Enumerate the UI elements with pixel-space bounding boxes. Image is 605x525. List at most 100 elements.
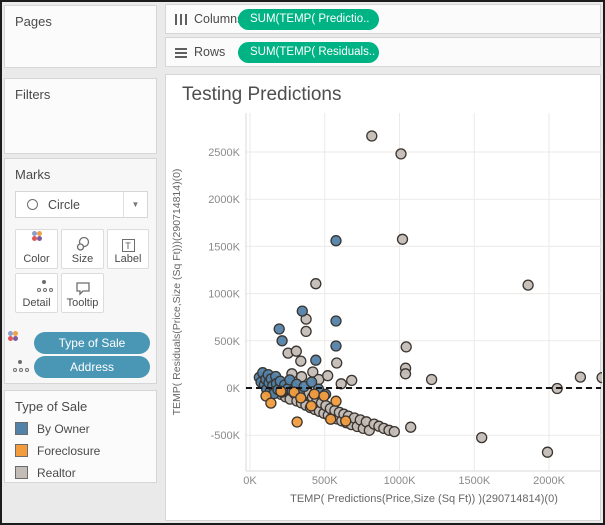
scatter-point-realtor[interactable] — [296, 356, 306, 366]
y-tick-label: 2500K — [208, 147, 240, 159]
scatter-point-realtor[interactable] — [398, 234, 408, 244]
type-of-sale-pill-row: Type of Sale — [13, 332, 153, 354]
scatter-point-realtor[interactable] — [347, 375, 357, 385]
scatter-point-by-owner[interactable] — [311, 355, 321, 365]
scatter-point-realtor[interactable] — [523, 280, 533, 290]
legend-item-label: Foreclosure — [37, 444, 100, 458]
scatter-point-realtor[interactable] — [401, 369, 411, 379]
address-pill[interactable]: Address — [34, 356, 150, 378]
detail-dots-icon — [16, 280, 57, 296]
tooltip-button-label: Tooltip — [62, 297, 103, 309]
scatter-point-foreclosure[interactable] — [341, 416, 351, 426]
scatter-point-realtor[interactable] — [575, 372, 585, 382]
realtor-swatch — [15, 466, 28, 479]
filters-shelf[interactable]: Filters — [4, 78, 157, 154]
y-tick-label: 1500K — [208, 241, 240, 253]
y-tick-label: 2000K — [208, 194, 240, 206]
tooltip-bubble-icon — [62, 280, 103, 296]
mark-type-value: Circle — [48, 198, 80, 212]
scatter-point-realtor[interactable] — [291, 346, 301, 356]
marks-card: Marks Circle ▼ Color Size T Label — [4, 158, 157, 384]
scatter-point-foreclosure[interactable] — [331, 396, 341, 406]
y-tick-label: 1000K — [208, 289, 240, 301]
color-legend: Type of Sale By Owner Foreclosure Realto… — [4, 390, 157, 483]
scatter-point-realtor[interactable] — [367, 131, 377, 141]
columns-label: Columns — [194, 12, 243, 26]
scatter-point-realtor[interactable] — [477, 433, 487, 443]
y-tick-label: -500K — [211, 430, 241, 442]
scatter-point-by-owner[interactable] — [297, 306, 307, 316]
legend-item-label: Realtor — [37, 466, 76, 480]
scatter-point-foreclosure[interactable] — [309, 389, 319, 399]
columns-field-pill[interactable]: SUM(TEMP( Predictio.. — [238, 9, 379, 30]
circle-mark-icon — [27, 199, 38, 210]
legend-item-realtor[interactable]: Realtor — [15, 465, 150, 483]
address-pill-row: Address — [13, 356, 153, 378]
size-button[interactable]: Size — [61, 229, 104, 269]
legend-item-foreclosure[interactable]: Foreclosure — [15, 443, 150, 461]
detail-button-label: Detail — [16, 297, 57, 309]
x-tick-label: 500K — [312, 475, 338, 487]
color-button[interactable]: Color — [15, 229, 58, 269]
legend-item-by-owner[interactable]: By Owner — [15, 421, 150, 439]
scatter-point-realtor[interactable] — [301, 326, 311, 336]
rows-icon — [175, 47, 189, 59]
worksheet: Testing Predictions TEMP( Residuals(Pric… — [165, 74, 601, 521]
label-button[interactable]: T Label — [107, 229, 149, 269]
detail-button[interactable]: Detail — [15, 273, 58, 313]
columns-icon — [175, 14, 189, 26]
mark-type-dropdown[interactable]: Circle ▼ — [15, 191, 148, 218]
label-button-label: Label — [108, 253, 148, 265]
scatter-plot[interactable]: TEMP( Residuals(Price,Size (Sq Ft)))(290… — [166, 75, 602, 522]
rows-label: Rows — [194, 45, 225, 59]
type-of-sale-pill[interactable]: Type of Sale — [34, 332, 150, 354]
size-circles-icon — [62, 236, 103, 252]
scatter-point-foreclosure[interactable] — [306, 401, 316, 411]
rows-shelf[interactable]: Rows SUM(TEMP( Residuals.. — [165, 37, 601, 67]
scatter-point-realtor[interactable] — [389, 427, 399, 437]
tableau-window: Pages Filters Marks Circle ▼ Color Size … — [0, 0, 605, 525]
scatter-point-by-owner[interactable] — [331, 341, 341, 351]
scatter-point-foreclosure[interactable] — [296, 393, 306, 403]
y-axis-title: TEMP( Residuals(Price,Size (Sq Ft)))(290… — [171, 169, 183, 416]
scatter-point-by-owner[interactable] — [331, 316, 341, 326]
rows-field-pill[interactable]: SUM(TEMP( Residuals.. — [238, 42, 379, 63]
scatter-point-realtor[interactable] — [332, 358, 342, 368]
scatter-point-realtor[interactable] — [597, 373, 602, 383]
tooltip-button[interactable]: Tooltip — [61, 273, 104, 313]
scatter-point-foreclosure[interactable] — [292, 417, 302, 427]
x-tick-label: 2000K — [533, 475, 565, 487]
legend-title: Type of Sale — [15, 399, 87, 414]
scatter-point-realtor[interactable] — [323, 371, 333, 381]
scatter-point-realtor[interactable] — [396, 149, 406, 159]
scatter-point-by-owner[interactable] — [331, 236, 341, 246]
filters-label: Filters — [15, 87, 50, 102]
y-tick-label: 500K — [214, 336, 240, 348]
chevron-down-icon[interactable]: ▼ — [123, 192, 147, 217]
scatter-point-foreclosure[interactable] — [326, 414, 336, 424]
y-tick-label: 0K — [227, 383, 241, 395]
by-owner-swatch — [15, 422, 28, 435]
columns-shelf[interactable]: Columns SUM(TEMP( Predictio.. — [165, 4, 601, 34]
scatter-point-realtor[interactable] — [543, 447, 553, 457]
color-button-label: Color — [16, 253, 57, 265]
color-dots-icon — [16, 236, 57, 252]
size-button-label: Size — [62, 253, 103, 265]
x-tick-label: 0K — [243, 475, 257, 487]
pages-shelf[interactable]: Pages — [4, 5, 157, 68]
scatter-point-realtor[interactable] — [311, 279, 321, 289]
x-tick-label: 1500K — [458, 475, 490, 487]
scatter-point-by-owner[interactable] — [277, 336, 287, 346]
scatter-point-realtor[interactable] — [427, 375, 437, 385]
scatter-point-by-owner[interactable] — [274, 324, 284, 334]
legend-item-label: By Owner — [37, 422, 90, 436]
color-dots-icon — [13, 336, 31, 352]
x-tick-label: 1000K — [384, 475, 416, 487]
scatter-point-foreclosure[interactable] — [266, 398, 276, 408]
scatter-point-realtor[interactable] — [401, 342, 411, 352]
x-axis-title: TEMP( Predictions(Price,Size (Sq Ft)) )(… — [290, 493, 558, 505]
foreclosure-swatch — [15, 444, 28, 457]
pages-label: Pages — [15, 14, 52, 29]
scatter-point-foreclosure[interactable] — [319, 391, 329, 401]
scatter-point-realtor[interactable] — [406, 422, 416, 432]
